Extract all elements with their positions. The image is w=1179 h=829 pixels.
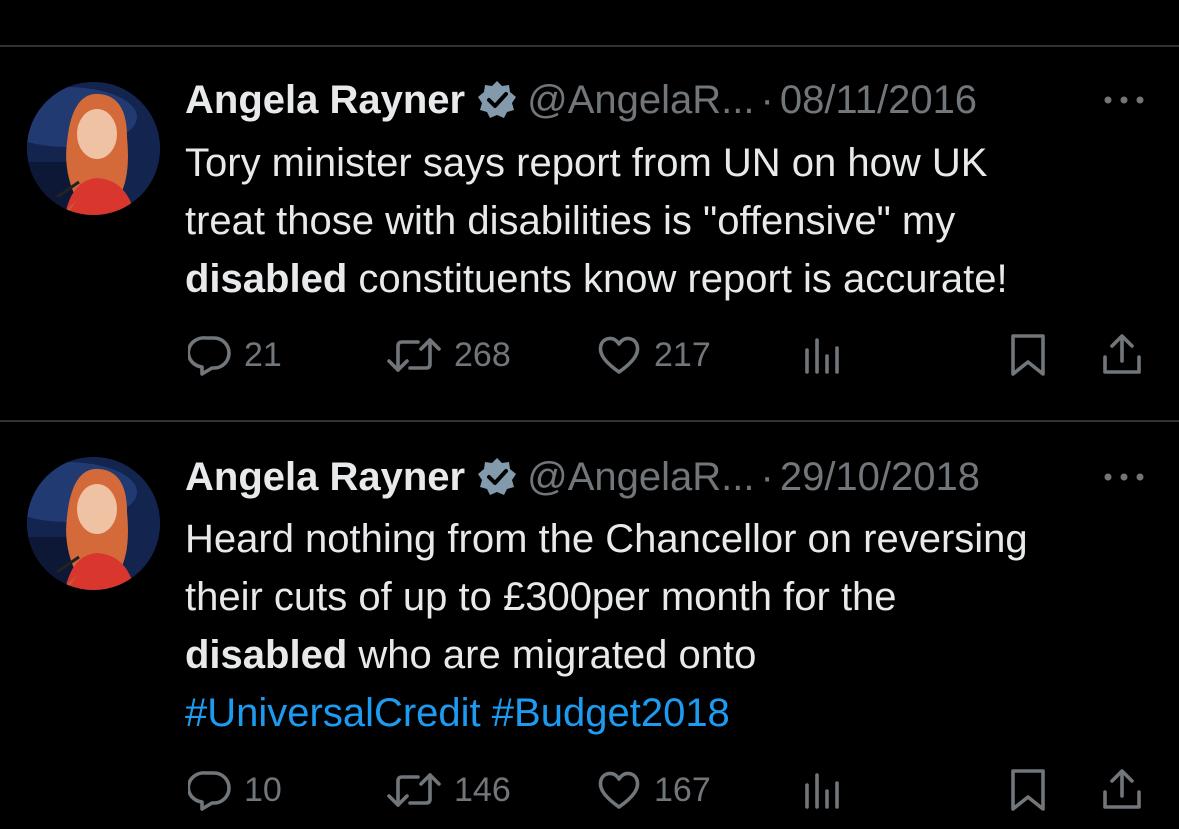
- tweet-date[interactable]: 08/11/2016: [780, 77, 977, 123]
- share-icon: [1103, 334, 1141, 374]
- tweet-date[interactable]: 29/10/2018: [780, 454, 980, 500]
- reply-icon: [188, 771, 231, 811]
- views-icon[interactable]: [800, 0, 834, 6]
- views-button[interactable]: [802, 767, 844, 813]
- separator-dot: ·: [760, 455, 774, 499]
- share-button[interactable]: [1100, 332, 1144, 378]
- reply-icon[interactable]: [190, 0, 224, 6]
- tweet-text-line: Tory minister says report from UN on how…: [185, 134, 1160, 192]
- retweet-icon: [387, 773, 441, 807]
- reply-count: 10: [244, 770, 282, 809]
- hashtag-link[interactable]: #UniversalCredit: [185, 691, 481, 735]
- tweet-text: Heard nothing from the Chancellor on rev…: [185, 510, 1160, 742]
- like-icon: [598, 771, 640, 809]
- highlighted-term: disabled: [185, 633, 348, 677]
- reply-button[interactable]: 21: [188, 332, 282, 378]
- tweet-text-line: their cuts of up to £300per month for th…: [185, 568, 1160, 626]
- like-button[interactable]: 167: [596, 767, 711, 813]
- tweet-text-line: Heard nothing from the Chancellor on rev…: [185, 510, 1160, 568]
- author-name[interactable]: Angela Rayner: [185, 454, 465, 500]
- highlighted-term: disabled: [185, 257, 348, 301]
- verified-icon[interactable]: [477, 80, 517, 120]
- views-icon: [805, 773, 839, 809]
- timeline: Angela Rayner @AngelaR... · 08/11/2016 T…: [0, 0, 1179, 829]
- views-icon: [805, 338, 839, 374]
- bookmark-button[interactable]: [1008, 332, 1048, 378]
- bookmark-icon: [1011, 334, 1045, 376]
- reply-count: 21: [244, 335, 282, 374]
- retweet-button[interactable]: 146: [386, 767, 511, 813]
- reply-icon: [188, 336, 231, 376]
- more-icon[interactable]: [1099, 77, 1149, 123]
- retweet-count: 268: [454, 335, 511, 374]
- views-button[interactable]: [802, 332, 844, 378]
- hashtag-link[interactable]: #Budget2018: [492, 691, 730, 735]
- like-count: 167: [654, 770, 711, 809]
- author-handle[interactable]: @AngelaR...: [527, 454, 754, 500]
- previous-tweet-actions: [0, 0, 1179, 46]
- text-span: Heard nothing from the Chancellor on rev…: [185, 517, 1028, 561]
- like-count: 217: [654, 335, 711, 374]
- tweet-text-line: #UniversalCredit #Budget2018: [185, 684, 1160, 742]
- text-span: treat those with disabilities is "offens…: [185, 199, 956, 243]
- share-icon: [1103, 769, 1141, 809]
- retweet-button[interactable]: 268: [386, 332, 511, 378]
- text-span: their cuts of up to £300per month for th…: [185, 575, 897, 619]
- tweet-actions: 10 146 167: [0, 767, 1179, 813]
- author-handle[interactable]: @AngelaR...: [527, 77, 754, 123]
- like-button[interactable]: 217: [596, 332, 711, 378]
- tweet-text: Tory minister says report from UN on how…: [185, 134, 1160, 308]
- tweet-header: Angela Rayner @AngelaR... · 08/11/2016: [185, 77, 977, 123]
- text-span: who are migrated onto: [347, 633, 757, 677]
- verified-icon[interactable]: [477, 457, 517, 497]
- share-button[interactable]: [1100, 767, 1144, 813]
- tweet-actions: 21 268 217: [0, 332, 1179, 378]
- retweet-icon: [387, 338, 441, 372]
- text-span: constituents know report is accurate!: [347, 257, 1008, 301]
- more-icon[interactable]: [1099, 454, 1149, 500]
- bookmark-icon[interactable]: [1010, 0, 1044, 6]
- tweet-text-line: disabled who are migrated onto: [185, 626, 1160, 684]
- separator-dot: ·: [760, 78, 774, 122]
- retweet-count: 146: [454, 770, 511, 809]
- tweet[interactable]: Angela Rayner @AngelaR... · 29/10/2018 H…: [0, 422, 1179, 829]
- tweet-header: Angela Rayner @AngelaR... · 29/10/2018: [185, 454, 980, 500]
- tweet-text-line: disabled constituents know report is acc…: [185, 250, 1160, 308]
- avatar[interactable]: [27, 82, 160, 215]
- reply-button[interactable]: 10: [188, 767, 282, 813]
- like-icon: [598, 336, 640, 374]
- tweet-text-line: treat those with disabilities is "offens…: [185, 192, 1160, 250]
- text-span: Tory minister says report from UN on how…: [185, 141, 988, 185]
- author-name[interactable]: Angela Rayner: [185, 77, 465, 123]
- text-span: [481, 691, 492, 735]
- bookmark-icon: [1011, 769, 1045, 811]
- bookmark-button[interactable]: [1008, 767, 1048, 813]
- avatar[interactable]: [27, 457, 160, 590]
- tweet[interactable]: Angela Rayner @AngelaR... · 08/11/2016 T…: [0, 47, 1179, 419]
